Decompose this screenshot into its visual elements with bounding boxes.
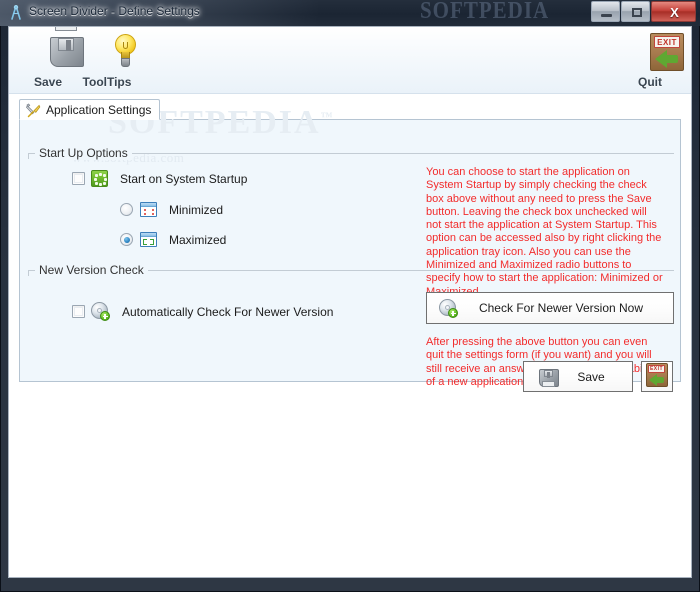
maximize-icon xyxy=(632,8,642,17)
tools-icon xyxy=(25,103,41,118)
group-start-up-options: Start Up Options xyxy=(28,146,674,162)
toolbar-button-tooltips[interactable]: ToolTips xyxy=(71,31,143,91)
title-bar[interactable]: SOFTPEDIA Screen Divider - Define Settin… xyxy=(0,0,700,26)
group-start-up-options-title: Start Up Options xyxy=(35,146,132,160)
divider-compass-icon xyxy=(11,5,21,20)
check-for-newer-version-now-label: Check For Newer Version Now xyxy=(478,301,644,315)
disc-update-icon xyxy=(439,299,458,321)
tab-application-settings-label: Application Settings xyxy=(46,103,152,117)
auto-check-newer-version-checkbox[interactable] xyxy=(72,305,85,318)
radio-row-minimized[interactable]: Minimized xyxy=(120,202,223,217)
toolbar-quit-label: Quit xyxy=(638,75,662,89)
toolbar-button-save[interactable]: Save xyxy=(17,27,84,91)
window-minimized-icon xyxy=(140,202,157,217)
title-watermark: SOFTPEDIA xyxy=(420,0,550,24)
start-on-system-startup-checkbox[interactable] xyxy=(72,172,85,185)
minimized-radio[interactable] xyxy=(120,203,133,216)
startup-help-text: You can choose to start the application … xyxy=(426,166,663,298)
maximized-radio[interactable] xyxy=(120,233,133,246)
radio-row-maximized[interactable]: Maximized xyxy=(120,232,226,247)
window-maximized-icon xyxy=(140,232,157,247)
toolbar: Save ToolTips EXIT Quit xyxy=(9,27,691,94)
disc-update-icon xyxy=(91,302,110,321)
minimized-label: Minimized xyxy=(169,202,224,217)
group-new-version-check-title: New Version Check xyxy=(35,263,148,277)
minimize-button[interactable] xyxy=(591,1,620,22)
window-title: Screen Divider - Define Settings xyxy=(29,4,200,18)
client-area: Save ToolTips EXIT Quit SOFTPEDIA™ Start… xyxy=(8,26,692,578)
application-window: SOFTPEDIA Screen Divider - Define Settin… xyxy=(0,0,700,592)
tab-panel-application-settings: SOFTPEDIA™ www.softpedia.com Start Up Op… xyxy=(19,104,681,388)
toolbar-button-quit[interactable]: EXIT Quit xyxy=(617,31,684,91)
footer-exit-button[interactable]: EXIT xyxy=(641,361,673,392)
start-on-system-startup-label: Start on System Startup xyxy=(120,171,248,186)
tab-application-settings[interactable]: Application Settings xyxy=(19,99,161,120)
group-new-version-check: New Version Check xyxy=(28,263,674,279)
startup-green-icon xyxy=(91,170,108,187)
window-controls: X xyxy=(590,1,696,22)
maximized-label: Maximized xyxy=(169,232,227,247)
toolbar-save-label: Save xyxy=(33,75,63,89)
exit-door-icon: EXIT xyxy=(646,363,668,390)
maximize-button[interactable] xyxy=(621,1,650,22)
close-icon: X xyxy=(670,5,679,20)
check-for-newer-version-now-button[interactable]: Check For Newer Version Now xyxy=(426,292,674,324)
checkbox-row-start-on-system-startup[interactable]: Start on System Startup xyxy=(72,170,247,187)
close-button[interactable]: X xyxy=(651,1,696,22)
toolbar-tooltips-label: ToolTips xyxy=(82,75,132,89)
footer-save-button[interactable]: Save xyxy=(523,361,633,392)
minimize-icon xyxy=(601,14,612,17)
auto-check-newer-version-label: Automatically Check For Newer Version xyxy=(122,304,334,319)
checkbox-row-auto-check-newer-version[interactable]: Automatically Check For Newer Version xyxy=(72,302,333,321)
tab-strip: Application Settings xyxy=(19,99,681,120)
floppy-disk-icon xyxy=(538,367,560,391)
